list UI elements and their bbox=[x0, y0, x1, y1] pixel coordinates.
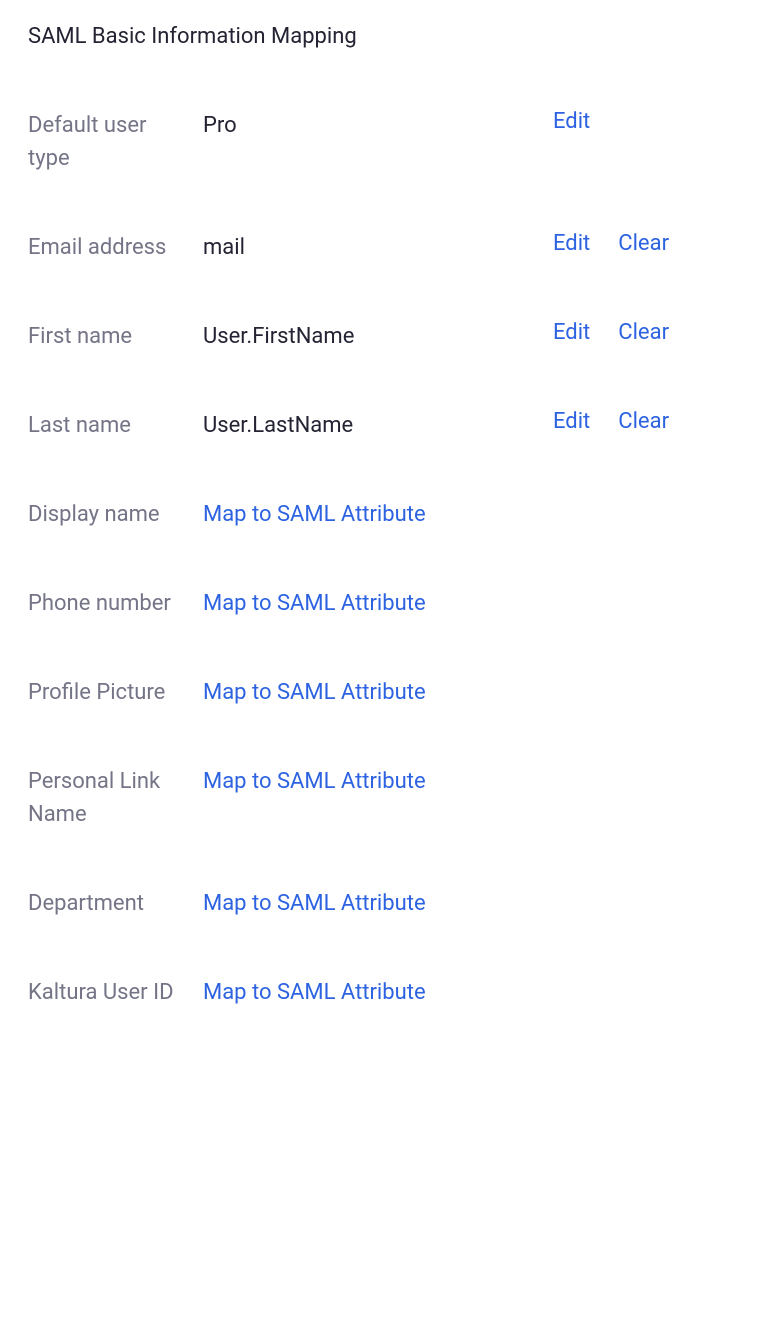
row-phone-number: Phone number Map to SAML Attribute bbox=[28, 587, 732, 620]
label-department: Department bbox=[28, 887, 203, 920]
section-title: SAML Basic Information Mapping bbox=[28, 24, 732, 49]
clear-last-name[interactable]: Clear bbox=[618, 409, 669, 434]
label-profile-picture: Profile Picture bbox=[28, 676, 203, 709]
value-email-address: mail bbox=[203, 231, 553, 264]
label-phone-number: Phone number bbox=[28, 587, 203, 620]
value-first-name: User.FirstName bbox=[203, 320, 553, 353]
label-personal-link-name: Personal Link Name bbox=[28, 765, 203, 831]
edit-email-address[interactable]: Edit bbox=[553, 231, 590, 256]
map-link-profile-picture[interactable]: Map to SAML Attribute bbox=[203, 676, 553, 709]
label-display-name: Display name bbox=[28, 498, 203, 531]
label-first-name: First name bbox=[28, 320, 203, 353]
row-default-user-type: Default user type Pro Edit bbox=[28, 109, 732, 175]
clear-email-address[interactable]: Clear bbox=[618, 231, 669, 256]
label-email-address: Email address bbox=[28, 231, 203, 264]
label-default-user-type: Default user type bbox=[28, 109, 203, 175]
mapping-table: Default user type Pro Edit Email address… bbox=[28, 109, 732, 1009]
map-link-department[interactable]: Map to SAML Attribute bbox=[203, 887, 553, 920]
row-personal-link-name: Personal Link Name Map to SAML Attribute bbox=[28, 765, 732, 831]
map-link-kaltura-user-id[interactable]: Map to SAML Attribute bbox=[203, 976, 553, 1009]
value-last-name: User.LastName bbox=[203, 409, 553, 442]
map-link-display-name[interactable]: Map to SAML Attribute bbox=[203, 498, 553, 531]
value-default-user-type: Pro bbox=[203, 109, 553, 142]
label-last-name: Last name bbox=[28, 409, 203, 442]
row-department: Department Map to SAML Attribute bbox=[28, 887, 732, 920]
row-kaltura-user-id: Kaltura User ID Map to SAML Attribute bbox=[28, 976, 732, 1009]
map-link-personal-link-name[interactable]: Map to SAML Attribute bbox=[203, 765, 553, 798]
row-profile-picture: Profile Picture Map to SAML Attribute bbox=[28, 676, 732, 709]
row-first-name: First name User.FirstName Edit Clear bbox=[28, 320, 732, 353]
edit-last-name[interactable]: Edit bbox=[553, 409, 590, 434]
map-link-phone-number[interactable]: Map to SAML Attribute bbox=[203, 587, 553, 620]
label-kaltura-user-id: Kaltura User ID bbox=[28, 976, 203, 1009]
clear-first-name[interactable]: Clear bbox=[618, 320, 669, 345]
row-email-address: Email address mail Edit Clear bbox=[28, 231, 732, 264]
row-display-name: Display name Map to SAML Attribute bbox=[28, 498, 732, 531]
edit-first-name[interactable]: Edit bbox=[553, 320, 590, 345]
edit-default-user-type[interactable]: Edit bbox=[553, 109, 590, 134]
row-last-name: Last name User.LastName Edit Clear bbox=[28, 409, 732, 442]
